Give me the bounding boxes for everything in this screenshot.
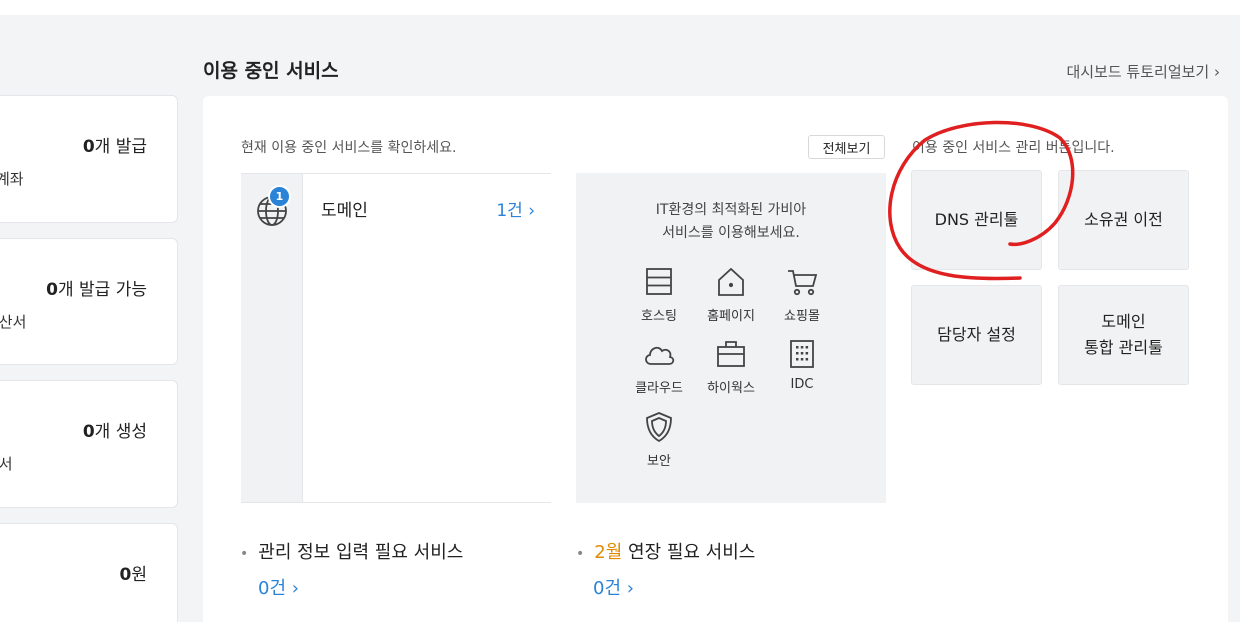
info-needed-label: • 관리 정보 입력 필요 서비스 [240, 542, 464, 563]
tutorial-link[interactable]: 대시보드 튜토리얼보기 › [1066, 61, 1220, 82]
promo-item-security[interactable]: 보안 [619, 410, 699, 469]
service-list: 1 도메인 1건 › [241, 173, 551, 503]
ownership-transfer-button[interactable]: 소유권 이전 [1058, 170, 1189, 270]
summary-sub: 문서 [0, 455, 13, 473]
promo-item-shop[interactable]: 쇼핑몰 [762, 265, 842, 324]
promo-item-label: 쇼핑몰 [784, 309, 820, 324]
promo-item-hiworks[interactable]: 하이웍스 [691, 337, 771, 396]
renewal-needed-label: • 2월 연장 필요 서비스 [576, 542, 756, 563]
promo-box: IT환경의 최적화된 가비아 서비스를 이용해보세요. 호스팅 홈페이지 쇼핑몰 … [576, 173, 886, 503]
cart-icon [788, 270, 818, 296]
promo-item-label: 하이웍스 [707, 381, 755, 396]
promo-item-label: 클라우드 [635, 381, 683, 396]
summary-value: 0개 발급 [82, 137, 147, 157]
promo-item-cloud[interactable]: 클라우드 [619, 337, 699, 396]
summary-value: 0개 발급 가능 [46, 280, 147, 300]
home-icon [718, 267, 744, 296]
briefcase-icon [717, 341, 745, 367]
page-title: 이용 중인 서비스 [203, 60, 339, 82]
summary-sub: 계산서 [0, 313, 27, 331]
promo-item-idc[interactable]: IDC [762, 337, 842, 392]
tools-description: 이용 중인 서비스 관리 버튼입니다. [912, 140, 1115, 156]
summary-card-4[interactable]: 0원 [0, 523, 178, 622]
promo-text: IT환경의 최적화된 가비아 서비스를 이용해보세요. [655, 202, 807, 241]
service-icon-column: 1 [241, 174, 303, 502]
contact-setting-button[interactable]: 담당자 설정 [911, 285, 1042, 385]
promo-item-label: IDC [790, 377, 814, 392]
promo-item-label: 홈페이지 [707, 309, 755, 324]
promo-item-label: 호스팅 [641, 309, 677, 324]
info-needed-count-link[interactable]: 0건 › [258, 574, 299, 600]
top-bar [0, 0, 1240, 15]
domain-manager-button[interactable]: 도메인 통합 관리툴 [1058, 285, 1189, 385]
summary-card-3[interactable]: 0개 생성 문서 [0, 380, 178, 508]
summary-card-2[interactable]: 0개 발급 가능 계산서 [0, 238, 178, 365]
shield-icon [646, 412, 672, 443]
summary-card-1[interactable]: 0개 발급 계좌 [0, 95, 178, 223]
view-all-button[interactable]: 전체보기 [808, 135, 885, 159]
services-description: 현재 이용 중인 서비스를 확인하세요. [241, 140, 457, 156]
service-count-link[interactable]: 1건 › [496, 196, 535, 221]
building-icon [790, 340, 814, 368]
renewal-needed-count-link[interactable]: 0건 › [593, 574, 634, 600]
promo-item-homepage[interactable]: 홈페이지 [691, 265, 771, 324]
dns-manager-button[interactable]: DNS 관리툴 [911, 170, 1042, 270]
promo-item-label: 보안 [647, 454, 671, 469]
service-name[interactable]: 도메인 [321, 196, 368, 221]
summary-sub: 계좌 [0, 170, 24, 188]
cloud-icon [645, 346, 675, 365]
summary-value: 0개 생성 [82, 422, 147, 442]
server-icon [646, 268, 672, 295]
count-badge: 1 [268, 185, 291, 208]
summary-value: 0원 [119, 565, 147, 585]
promo-item-hosting[interactable]: 호스팅 [619, 265, 699, 324]
